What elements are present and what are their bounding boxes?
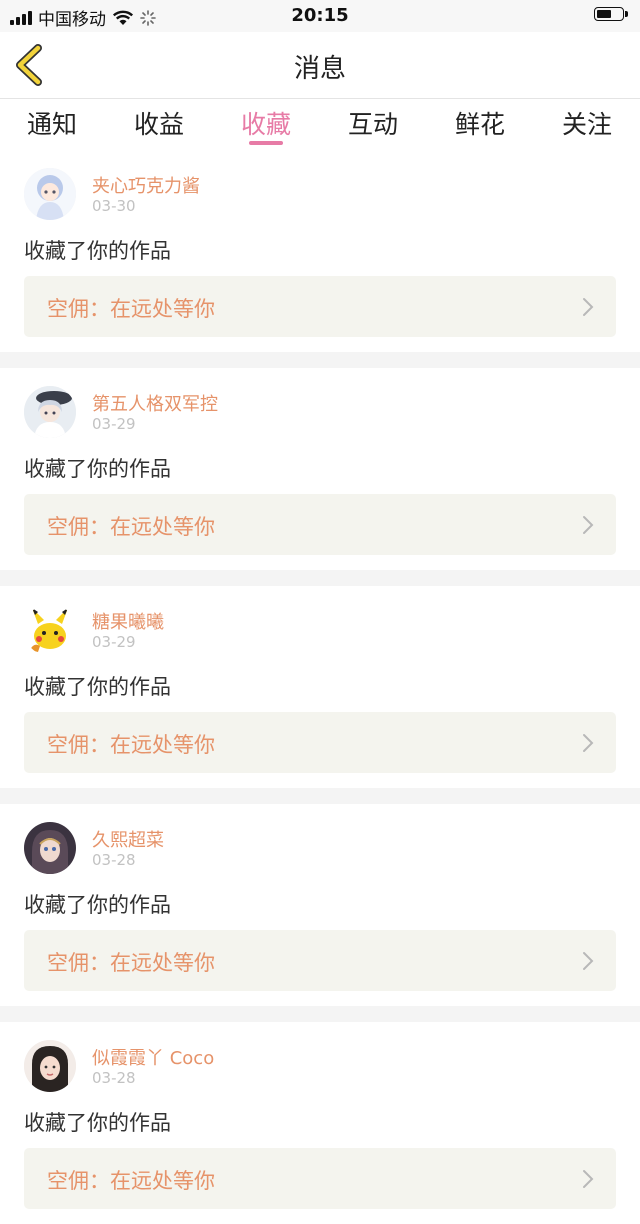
divider (0, 352, 640, 368)
list-item: 久熙超菜 03-28 收藏了你的作品 空佣：在远处等你 (0, 804, 640, 1006)
username[interactable]: 夹心巧克力酱 (92, 172, 200, 198)
message-text: 收藏了你的作品 (24, 675, 171, 699)
avatar[interactable] (24, 1040, 76, 1092)
chevron-right-icon (583, 516, 594, 534)
status-bar: 中国移动 20:15 (0, 0, 640, 32)
avatar[interactable] (24, 168, 76, 220)
username[interactable]: 久熙超菜 (92, 826, 164, 852)
avatar[interactable] (24, 386, 76, 438)
battery-icon (594, 7, 628, 23)
message-text: 收藏了你的作品 (24, 457, 171, 481)
status-time: 20:15 (291, 5, 349, 26)
message-date: 03-29 (92, 415, 136, 433)
work-link[interactable]: 空佣：在远处等你 (24, 276, 616, 337)
work-link[interactable]: 空佣：在远处等你 (24, 1148, 616, 1209)
message-date: 03-28 (92, 851, 136, 869)
anime-avatar-icon (24, 386, 76, 438)
tab-bar: 通知 收益 收藏 互动 鲜花 关注 (0, 99, 640, 149)
anime-avatar-icon (24, 168, 76, 220)
message-text: 收藏了你的作品 (24, 239, 171, 263)
list-item: 糖果曦曦 03-29 收藏了你的作品 空佣：在远处等你 (0, 586, 640, 788)
nav-bar: 消息 (0, 32, 640, 99)
chevron-right-icon (583, 952, 594, 970)
username[interactable]: 糖果曦曦 (92, 608, 164, 634)
anime-avatar-icon (24, 822, 76, 874)
divider (0, 570, 640, 586)
avatar[interactable] (24, 604, 76, 656)
message-text: 收藏了你的作品 (24, 1111, 171, 1135)
list-item: 第五人格双军控 03-29 收藏了你的作品 空佣：在远处等你 (0, 368, 640, 570)
message-date: 03-28 (92, 1069, 136, 1087)
work-title: 空佣：在远处等你 (47, 951, 215, 975)
active-tab-indicator (249, 141, 283, 145)
username[interactable]: 似霞霞丫 Coco (92, 1044, 214, 1070)
work-title: 空佣：在远处等你 (47, 297, 215, 321)
message-feed[interactable]: 夹心巧克力酱 03-30 收藏了你的作品 空佣：在远处等你 第五人格双军控 03… (0, 150, 640, 1224)
tab-earnings[interactable]: 收益 (119, 105, 199, 141)
avatar[interactable] (24, 822, 76, 874)
chevron-right-icon (583, 734, 594, 752)
tab-notifications[interactable]: 通知 (12, 105, 92, 141)
work-title: 空佣：在远处等你 (47, 733, 215, 757)
photo-avatar-icon (24, 1040, 76, 1092)
tab-interactions[interactable]: 互动 (333, 105, 413, 141)
work-title: 空佣：在远处等你 (47, 515, 215, 539)
list-item: 似霞霞丫 Coco 03-28 收藏了你的作品 空佣：在远处等你 (0, 1022, 640, 1224)
list-item: 夹心巧克力酱 03-30 收藏了你的作品 空佣：在远处等你 (0, 150, 640, 352)
divider (0, 1006, 640, 1022)
pikachu-avatar-icon (24, 604, 76, 656)
chevron-right-icon (583, 1170, 594, 1188)
divider (0, 788, 640, 804)
tab-following[interactable]: 关注 (547, 105, 627, 141)
username[interactable]: 第五人格双军控 (92, 390, 218, 416)
message-date: 03-29 (92, 633, 136, 651)
message-text: 收藏了你的作品 (24, 893, 171, 917)
chevron-right-icon (583, 298, 594, 316)
work-title: 空佣：在远处等你 (47, 1169, 215, 1193)
work-link[interactable]: 空佣：在远处等你 (24, 712, 616, 773)
work-link[interactable]: 空佣：在远处等你 (24, 494, 616, 555)
work-link[interactable]: 空佣：在远处等你 (24, 930, 616, 991)
tab-favorites[interactable]: 收藏 (226, 105, 306, 141)
message-date: 03-30 (92, 197, 136, 215)
page-title: 消息 (293, 54, 346, 84)
tab-flowers[interactable]: 鲜花 (440, 105, 520, 141)
